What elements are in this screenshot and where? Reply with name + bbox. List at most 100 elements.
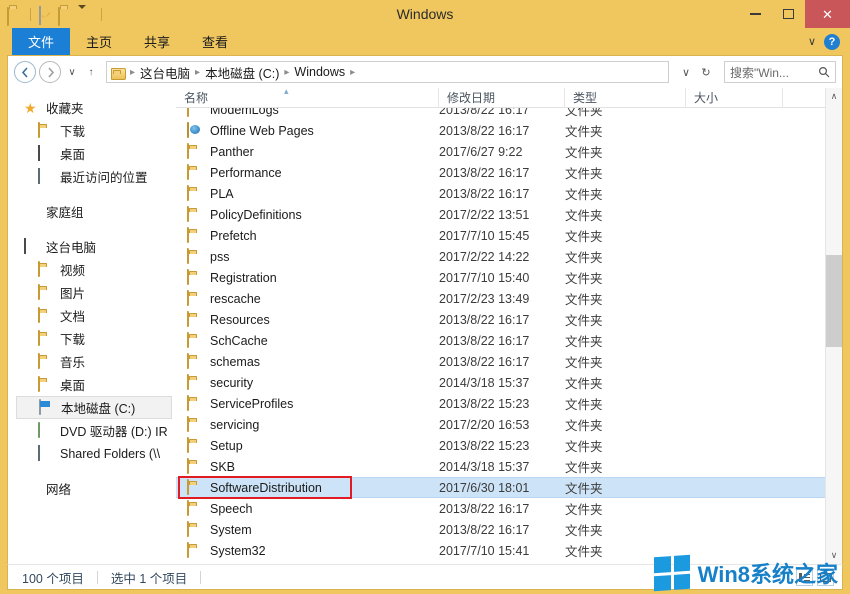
folder-icon <box>187 417 203 433</box>
column-header-type[interactable]: 类型 <box>565 88 686 108</box>
new-folder-icon[interactable] <box>58 6 74 22</box>
sidebar-item-music[interactable]: 音乐 <box>8 350 176 373</box>
sidebar-item-desktop[interactable]: 桌面 <box>8 142 176 165</box>
table-row[interactable]: rescache2017/2/23 13:49文件夹 <box>176 288 825 309</box>
file-date-cell: 2017/7/10 15:45 <box>439 229 565 243</box>
folder-icon[interactable] <box>7 6 23 22</box>
sidebar-item-desktop-pc[interactable]: 桌面 <box>8 373 176 396</box>
file-name-cell: pss <box>176 249 439 265</box>
scrollbar-thumb[interactable] <box>826 255 843 347</box>
file-rows-viewport: ModemLogs2013/8/22 16:17文件夹Offline Web P… <box>176 108 825 564</box>
breadcrumb[interactable]: ▸ 这台电脑 ▸ 本地磁盘 (C:) ▸ Windows ▸ <box>106 61 669 83</box>
sidebar-item-dvd-drive[interactable]: DVD 驱动器 (D:) IR <box>8 419 176 442</box>
sidebar-item-this-pc[interactable]: 这台电脑 <box>8 235 176 258</box>
table-row[interactable]: security2014/3/18 15:37文件夹 <box>176 372 825 393</box>
file-name-cell: ModemLogs <box>176 108 439 118</box>
details-view-button[interactable] <box>796 569 813 586</box>
help-icon[interactable]: ? <box>824 34 840 50</box>
table-row[interactable]: Resources2013/8/22 16:17文件夹 <box>176 309 825 330</box>
minimize-button[interactable] <box>739 0 772 28</box>
tab-file[interactable]: 文件 <box>12 28 70 55</box>
table-row[interactable]: pss2017/2/22 14:22文件夹 <box>176 246 825 267</box>
refresh-icon[interactable]: ↻ <box>696 66 716 79</box>
sidebar-item-local-disk-c[interactable]: 本地磁盘 (C:) <box>16 396 172 419</box>
folder-icon <box>187 291 203 307</box>
column-header-date-label: 修改日期 <box>447 89 495 106</box>
ribbon-right-tools: ∨ ? <box>808 28 850 55</box>
column-header-date[interactable]: 修改日期 <box>439 88 565 108</box>
file-name-label: Speech <box>210 502 252 516</box>
table-row[interactable]: SchCache2013/8/22 16:17文件夹 <box>176 330 825 351</box>
column-header-name[interactable]: 名称 ▴ <box>176 88 439 108</box>
table-row[interactable]: PLA2013/8/22 16:17文件夹 <box>176 183 825 204</box>
scroll-down-arrow-icon[interactable]: ∨ <box>826 547 843 564</box>
breadcrumb-item-1[interactable]: 本地磁盘 (C:) <box>201 63 283 82</box>
table-row[interactable]: Registration2017/7/10 15:40文件夹 <box>176 267 825 288</box>
sort-ascending-icon: ▴ <box>284 88 289 97</box>
sidebar-item-favorites[interactable]: ★ 收藏夹 <box>8 96 176 119</box>
file-name-cell: Speech <box>176 501 439 517</box>
sidebar-item-shared-folders[interactable]: Shared Folders (\\ <box>8 442 176 465</box>
sidebar-item-downloads-pc[interactable]: 下载 <box>8 327 176 350</box>
breadcrumb-item-2[interactable]: Windows <box>290 65 349 79</box>
sidebar-item-pictures[interactable]: 图片 <box>8 281 176 304</box>
properties-icon[interactable] <box>38 6 54 22</box>
quick-access-toolbar[interactable] <box>0 6 105 22</box>
table-row[interactable]: schemas2013/8/22 16:17文件夹 <box>176 351 825 372</box>
sidebar-item-videos[interactable]: 视频 <box>8 258 176 281</box>
scrollbar-track[interactable] <box>826 105 843 547</box>
forward-button[interactable] <box>39 61 61 83</box>
navigation-pane[interactable]: ★ 收藏夹 下载 桌面 最近访问的位置 家庭组 <box>8 88 176 564</box>
table-row[interactable]: Prefetch2017/7/10 15:45文件夹 <box>176 225 825 246</box>
back-button[interactable] <box>14 61 36 83</box>
table-row[interactable]: PolicyDefinitions2017/2/22 13:51文件夹 <box>176 204 825 225</box>
customize-chevron-icon[interactable] <box>78 6 94 22</box>
tab-view[interactable]: 查看 <box>186 28 244 55</box>
address-dropdown-icon[interactable]: ∨ <box>676 66 696 79</box>
table-row[interactable]: servicing2017/2/20 16:53文件夹 <box>176 414 825 435</box>
sidebar-item-recent-places[interactable]: 最近访问的位置 <box>8 165 176 188</box>
search-input[interactable]: 搜索"Win... <box>724 61 836 83</box>
close-button[interactable]: ✕ <box>805 0 850 28</box>
expand-ribbon-chevron-icon[interactable]: ∨ <box>808 35 816 48</box>
scroll-up-arrow-icon[interactable]: ∧ <box>826 88 843 105</box>
table-row[interactable]: ServiceProfiles2013/8/22 15:23文件夹 <box>176 393 825 414</box>
view-mode-buttons <box>796 569 834 586</box>
up-button[interactable]: ↑ <box>83 67 99 78</box>
folder-icon <box>187 438 203 454</box>
sidebar-item-downloads[interactable]: 下载 <box>8 119 176 142</box>
table-row[interactable]: Performance2013/8/22 16:17文件夹 <box>176 162 825 183</box>
table-row[interactable]: Speech2013/8/22 16:17文件夹 <box>176 498 825 519</box>
column-header-size[interactable]: 大小 <box>686 88 783 108</box>
status-divider-2 <box>200 571 201 584</box>
title-bar: Windows ✕ <box>0 0 850 28</box>
table-row[interactable]: ModemLogs2013/8/22 16:17文件夹 <box>176 108 825 120</box>
sidebar-label-pictures: 图片 <box>60 283 85 302</box>
file-date-cell: 2014/3/18 15:37 <box>439 460 565 474</box>
recent-locations-button[interactable]: ∨ <box>64 67 80 78</box>
table-row[interactable]: SoftwareDistribution2017/6/30 18:01文件夹 <box>176 477 825 498</box>
sidebar-item-homegroup[interactable]: 家庭组 <box>8 200 176 223</box>
sidebar-item-documents[interactable]: 文档 <box>8 304 176 327</box>
vertical-scrollbar[interactable]: ∧ ∨ <box>825 88 842 564</box>
table-row[interactable]: System322017/7/10 15:41文件夹 <box>176 540 825 561</box>
table-row[interactable]: Setup2013/8/22 15:23文件夹 <box>176 435 825 456</box>
table-row[interactable]: System2013/8/22 16:17文件夹 <box>176 519 825 540</box>
table-row[interactable]: SKB2014/3/18 15:37文件夹 <box>176 456 825 477</box>
sidebar-item-network[interactable]: 网络 <box>8 477 176 500</box>
breadcrumb-item-0[interactable]: 这台电脑 <box>136 63 194 82</box>
tab-home[interactable]: 主页 <box>70 28 128 55</box>
tab-share[interactable]: 共享 <box>128 28 186 55</box>
maximize-button[interactable] <box>772 0 805 28</box>
table-row[interactable]: Panther2017/6/27 9:22文件夹 <box>176 141 825 162</box>
file-date-cell: 2013/8/22 16:17 <box>439 355 565 369</box>
column-header-spacer <box>783 88 825 108</box>
large-icons-view-button[interactable] <box>817 569 834 586</box>
folder-icon <box>187 354 203 370</box>
file-date-cell: 2017/2/20 16:53 <box>439 418 565 432</box>
tab-file-label: 文件 <box>28 32 54 51</box>
folder-icon <box>187 375 203 391</box>
file-date-cell: 2013/8/22 15:23 <box>439 397 565 411</box>
table-row[interactable]: Offline Web Pages2013/8/22 16:17文件夹 <box>176 120 825 141</box>
folder-icon-breadcrumb <box>111 64 127 80</box>
